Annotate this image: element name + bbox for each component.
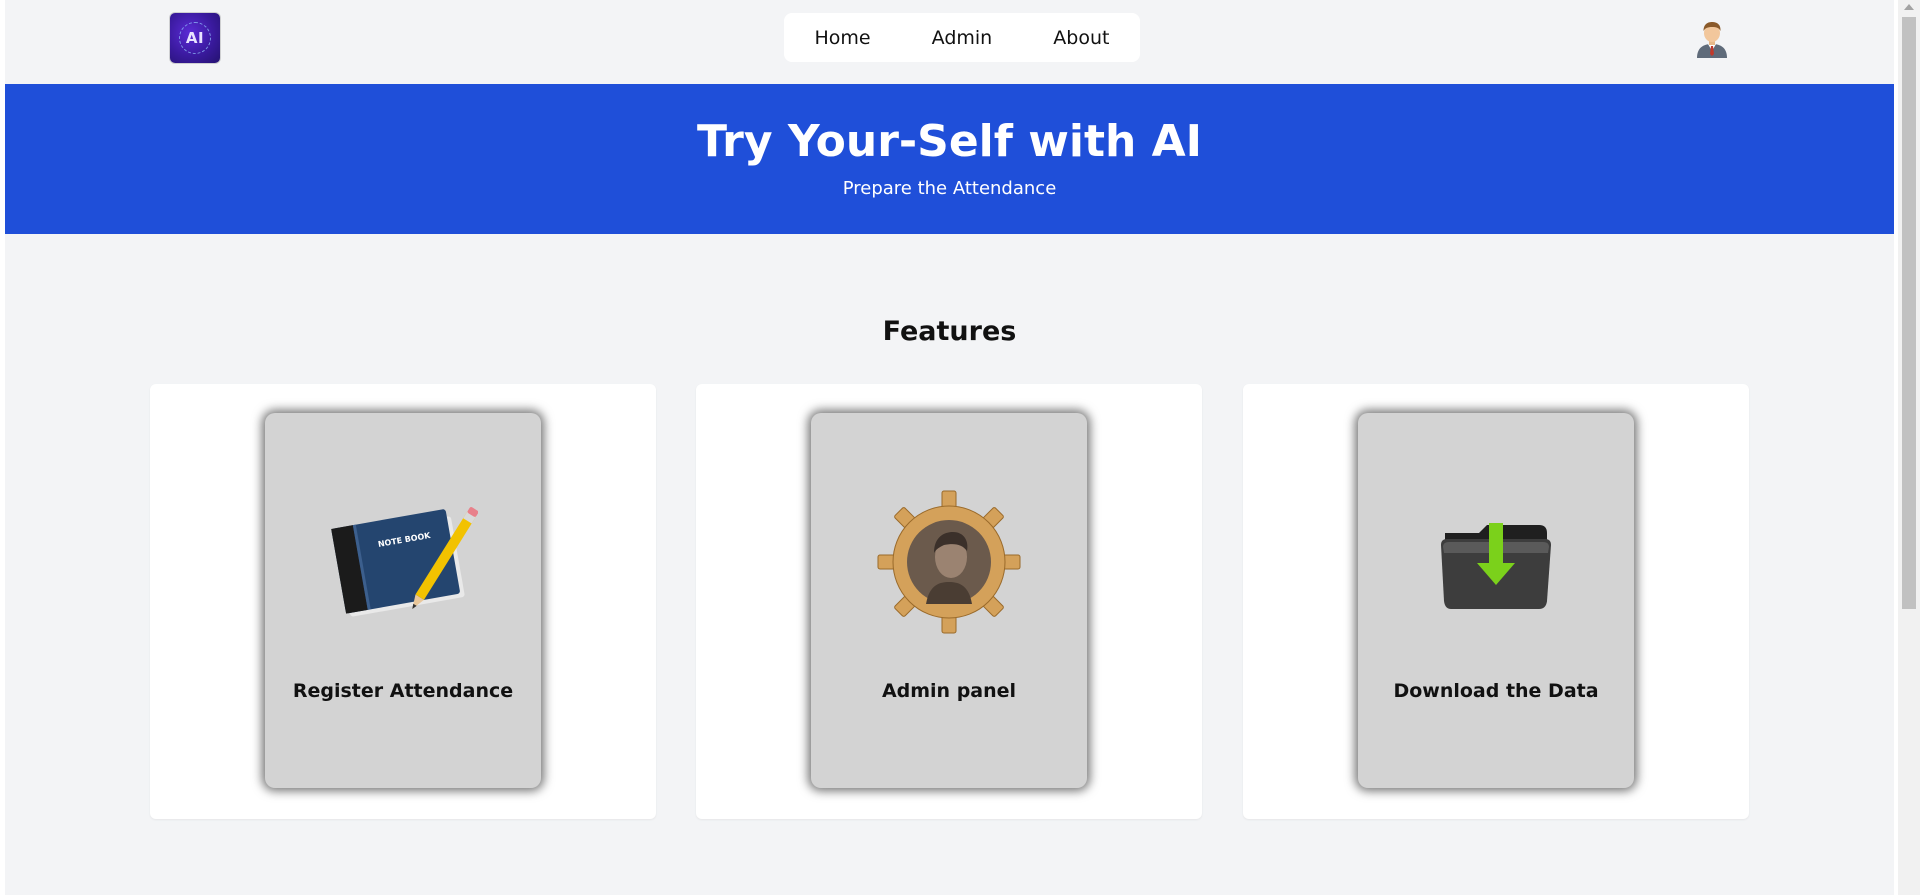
download-data-tile[interactable]: Download the Data	[1358, 413, 1634, 788]
hero-title: Try Your-Self with AI	[696, 116, 1203, 167]
feature-card-admin: Admin panel	[696, 384, 1202, 819]
folder-download-icon	[1441, 523, 1551, 609]
nav-menu: Home Admin About	[784, 13, 1140, 62]
scrollbar-thumb[interactable]	[1902, 17, 1916, 609]
gear-person-icon	[877, 490, 1021, 634]
register-attendance-tile[interactable]: NOTE BOOK Register Attendance	[265, 413, 541, 788]
features-heading: Features	[882, 316, 1017, 347]
admin-panel-tile[interactable]: Admin panel	[811, 413, 1087, 788]
top-navbar: AI Home Admin About	[5, 0, 1894, 84]
nav-admin-link[interactable]: Admin	[922, 21, 1003, 55]
vertical-scrollbar[interactable]	[1898, 0, 1920, 895]
feature-card-register: NOTE BOOK Register Attendance	[150, 384, 656, 819]
download-data-label: Download the Data	[1393, 680, 1599, 702]
user-avatar-icon[interactable]	[1694, 18, 1730, 58]
hero-banner: Try Your-Self with AI Prepare the Attend…	[5, 84, 1894, 234]
register-attendance-label: Register Attendance	[292, 680, 514, 702]
logo-ring	[179, 22, 211, 54]
notebook-pencil-icon: NOTE BOOK	[331, 507, 478, 617]
scroll-up-arrow-icon[interactable]	[1904, 4, 1914, 10]
logo[interactable]: AI	[170, 13, 220, 63]
page: AI Home Admin About Try Your-Self with A…	[5, 0, 1894, 895]
feature-card-download: Download the Data	[1243, 384, 1749, 819]
hero-subtitle: Prepare the Attendance	[842, 178, 1057, 199]
admin-panel-label: Admin panel	[881, 680, 1017, 702]
nav-about-link[interactable]: About	[1043, 21, 1119, 55]
nav-home-link[interactable]: Home	[805, 21, 881, 55]
